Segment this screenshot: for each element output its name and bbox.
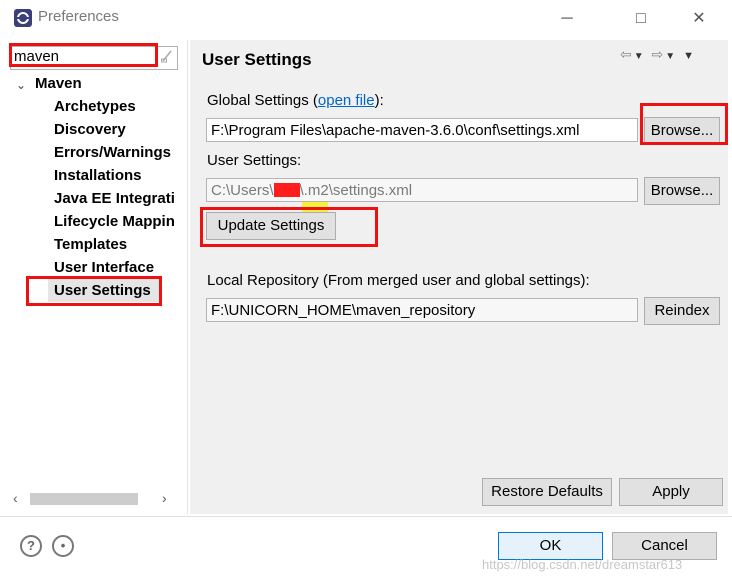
local-repository-field: F:\UNICORN_HOME\maven_repository bbox=[206, 298, 638, 322]
annotation-box-update bbox=[200, 207, 378, 247]
user-settings-label: User Settings: bbox=[207, 152, 302, 169]
help-icon[interactable]: ? bbox=[20, 535, 42, 557]
tree-item-installations[interactable]: Installations bbox=[54, 167, 184, 184]
page-title: User Settings bbox=[202, 50, 312, 69]
back-arrow-icon[interactable]: ⇦ bbox=[620, 46, 634, 62]
restore-defaults-button[interactable]: Restore Defaults bbox=[482, 478, 612, 506]
user-path-prefix: C:\Users\ bbox=[211, 182, 274, 199]
global-settings-field[interactable]: F:\Program Files\apache-maven-3.6.0\conf… bbox=[206, 118, 638, 142]
scrollbar-thumb[interactable] bbox=[30, 493, 138, 505]
open-file-link[interactable]: open file bbox=[318, 92, 375, 109]
view-menu-icon[interactable]: ▼ bbox=[683, 50, 696, 62]
chevron-down-icon[interactable]: ⌄ bbox=[16, 78, 26, 92]
close-button[interactable]: ✕ bbox=[676, 4, 722, 34]
window-title: Preferences bbox=[38, 8, 119, 25]
minimize-icon: ─ bbox=[561, 10, 573, 27]
forward-arrow-icon[interactable]: ⇨ bbox=[652, 46, 666, 62]
tree-item-lifecycle-mappings[interactable]: Lifecycle Mappin bbox=[54, 213, 182, 230]
eclipse-app-icon bbox=[14, 9, 32, 27]
tree-item-templates[interactable]: Templates bbox=[54, 236, 184, 253]
page-nav: ⇦▼ ⇨▼ ▼ bbox=[620, 46, 696, 63]
reindex-button[interactable]: Reindex bbox=[644, 297, 720, 325]
close-icon: ✕ bbox=[692, 10, 706, 27]
user-settings-field[interactable]: C:\Users\ \.m2\settings.xml bbox=[206, 178, 638, 202]
annotation-box-user-settings bbox=[26, 276, 162, 306]
user-path-suffix: \.m2\settings.xml bbox=[299, 182, 413, 199]
cancel-button[interactable]: Cancel bbox=[612, 532, 717, 560]
tree-item-maven[interactable]: Maven bbox=[35, 75, 82, 92]
scroll-right-icon[interactable]: › bbox=[162, 490, 167, 506]
tree-item-archetypes[interactable]: Archetypes bbox=[54, 98, 184, 115]
ok-button[interactable]: OK bbox=[498, 532, 603, 560]
import-export-icon[interactable]: • bbox=[52, 535, 74, 557]
back-menu-chevron-icon[interactable]: ▼ bbox=[634, 51, 646, 62]
global-settings-label: Global Settings (open file): bbox=[207, 92, 384, 109]
minimize-button[interactable]: ─ bbox=[544, 4, 590, 34]
tree-item-user-interface[interactable]: User Interface bbox=[54, 259, 184, 276]
watermark: https://blog.csdn.net/dreamstar613 bbox=[482, 557, 683, 572]
forward-menu-chevron-icon[interactable]: ▼ bbox=[665, 51, 677, 62]
redacted-username bbox=[273, 183, 300, 197]
annotation-box-browse bbox=[640, 103, 728, 145]
global-settings-label-text: Global Settings ( bbox=[207, 92, 318, 109]
scroll-left-icon[interactable]: ‹ bbox=[13, 490, 18, 506]
annotation-box-filter bbox=[9, 43, 158, 67]
tree-item-discovery[interactable]: Discovery bbox=[54, 121, 184, 138]
tree-item-errors-warnings[interactable]: Errors/Warnings bbox=[54, 144, 184, 161]
maximize-icon: □ bbox=[636, 10, 646, 27]
clear-filter-icon[interactable] bbox=[160, 48, 174, 64]
tree-item-java-ee-integration[interactable]: Java EE Integrati bbox=[54, 190, 182, 207]
maximize-button[interactable]: □ bbox=[618, 4, 664, 34]
local-repository-label: Local Repository (From merged user and g… bbox=[207, 272, 590, 289]
user-browse-button[interactable]: Browse... bbox=[644, 177, 720, 205]
global-settings-label-suffix: ): bbox=[374, 92, 384, 109]
apply-button[interactable]: Apply bbox=[619, 478, 723, 506]
